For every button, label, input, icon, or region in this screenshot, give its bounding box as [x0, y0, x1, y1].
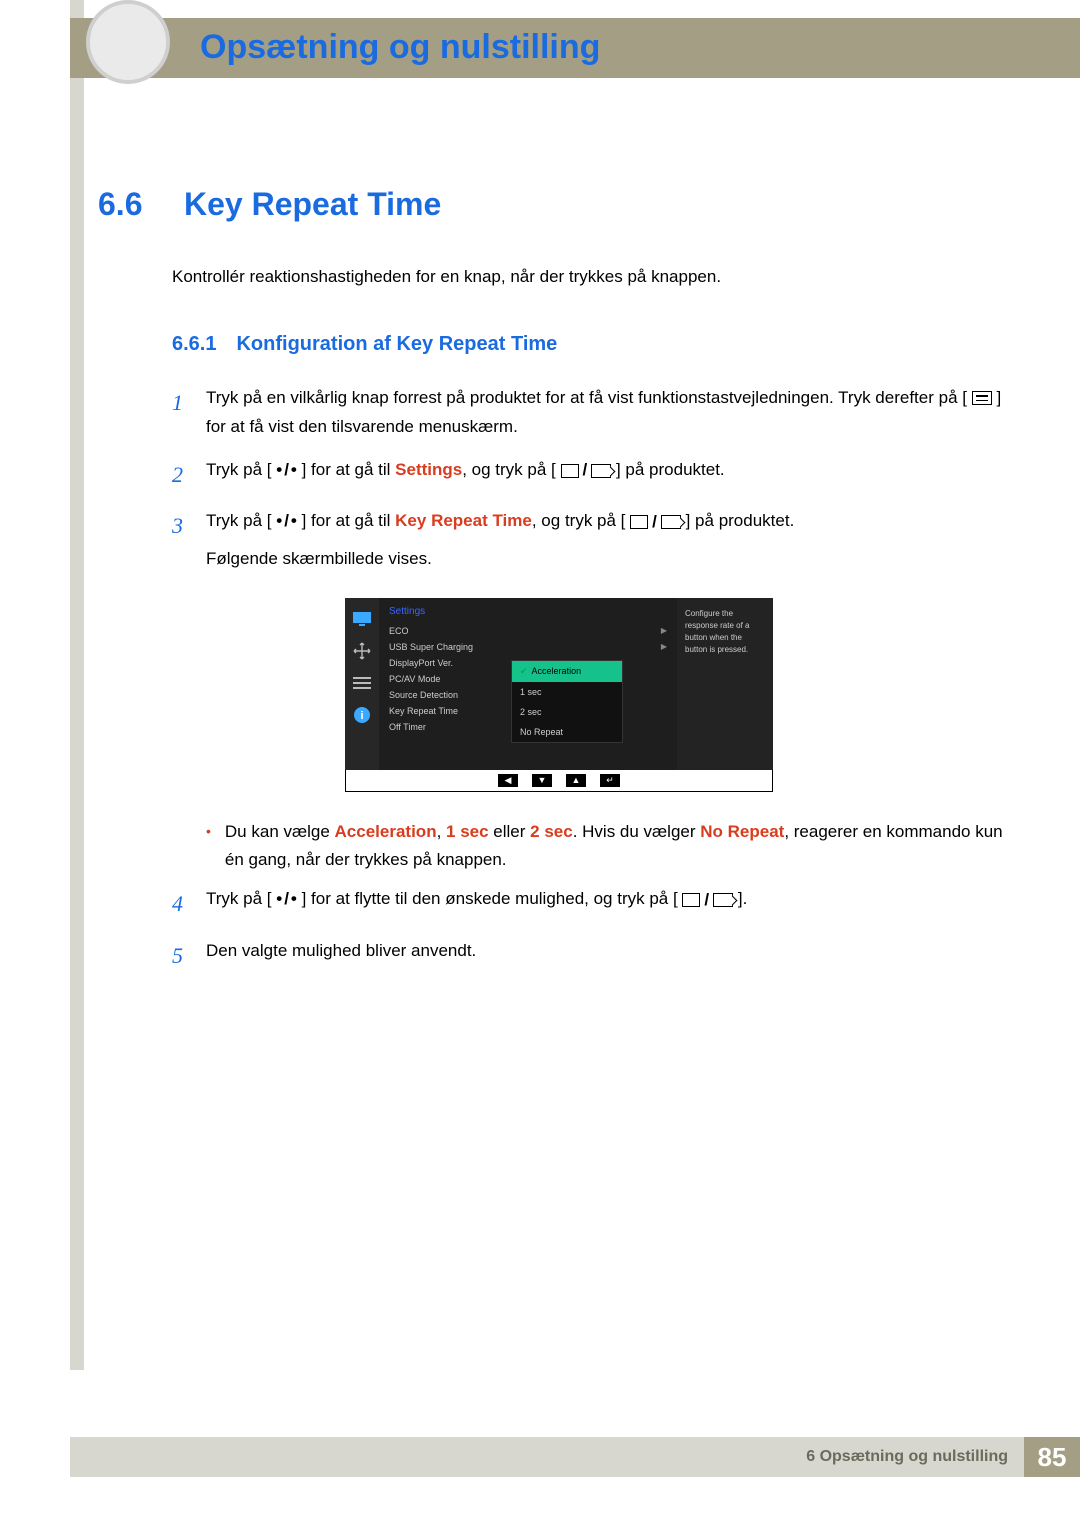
highlight: 2 sec — [530, 822, 573, 841]
text: Tryk på [ — [206, 460, 272, 479]
dot-icon: • — [276, 511, 282, 530]
dot-icon: • — [276, 460, 282, 479]
text: ] på produktet. — [616, 460, 725, 479]
text: Tryk på en vilkårlig knap forrest på pro… — [206, 388, 967, 407]
subsection-heading: 6.6.1 Konfiguration af Key Repeat Time — [172, 333, 1020, 356]
osd-sidebar: i — [345, 598, 379, 770]
info-icon: i — [352, 706, 372, 724]
dot-icon: • — [291, 460, 297, 479]
text: Tryk på [ — [206, 889, 272, 908]
step-number: 2 — [172, 456, 190, 493]
text: ] for at gå til — [302, 511, 396, 530]
highlight: No Repeat — [700, 822, 784, 841]
dot-icon: • — [276, 889, 282, 908]
move-icon — [352, 642, 372, 660]
step-number: 1 — [172, 384, 190, 442]
step-body: Tryk på [ • / • ] for at flytte til den øn… — [206, 885, 1020, 922]
highlight: 1 sec — [446, 822, 489, 841]
osd-submenu: Acceleration 1 sec 2 sec No Repeat — [511, 660, 623, 743]
step-5: 5 Den valgte mulighed bliver anvendt. — [172, 937, 1020, 974]
osd-title: Settings — [389, 606, 667, 617]
osd-info-text: Configure the response rate of a button … — [677, 598, 773, 770]
step-number: 3 — [172, 507, 190, 573]
footer-text: 6 Opsætning og nulstilling — [70, 1437, 1024, 1477]
text: , og tryk på [ — [462, 460, 556, 479]
dot-icon: • — [291, 889, 297, 908]
arrow-right-icon: ▶ — [661, 642, 667, 652]
osd-item: USB Super Charging▶ — [389, 639, 667, 655]
section-number: 6.6 — [98, 186, 162, 223]
arrow-right-icon: ▶ — [661, 626, 667, 636]
footer: 6 Opsætning og nulstilling 85 — [70, 1437, 1080, 1477]
nav-up-icon: ▲ — [566, 774, 586, 787]
text: Tryk på [ — [206, 511, 272, 530]
osd-main: Settings ECO▶ USB Super Charging▶ Displa… — [379, 598, 677, 770]
text: ] på produktet. — [686, 511, 795, 530]
text: , og tryk på [ — [532, 511, 626, 530]
osd-sub-item: 2 sec — [512, 702, 622, 722]
osd-item: ECO▶ — [389, 623, 667, 639]
step-1: 1 Tryk på en vilkårlig knap forrest på p… — [172, 384, 1020, 442]
step-number: 5 — [172, 937, 190, 974]
subsection-number: 6.6.1 — [172, 333, 216, 356]
step-2: 2 Tryk på [ • / • ] for at gå til Settings… — [172, 456, 1020, 493]
left-stripe — [70, 0, 84, 1370]
chapter-circle — [86, 0, 170, 84]
osd-screenshot: i Settings ECO▶ USB Super Charging▶ Disp… — [345, 598, 773, 792]
step-body: Tryk på [ • / • ] for at gå til Key Repeat… — [206, 507, 1020, 573]
text: Følgende skærmbillede vises. — [206, 545, 1020, 574]
nav-enter-icon: ↵ — [600, 774, 620, 787]
osd-sub-item: 1 sec — [512, 682, 622, 702]
subsection-title: Konfiguration af Key Repeat Time — [236, 333, 557, 356]
monitor-icon — [352, 610, 372, 628]
highlight: Settings — [395, 460, 462, 479]
step-4: 4 Tryk på [ • / • ] for at flytte til den … — [172, 885, 1020, 922]
text: ]. — [738, 889, 747, 908]
step-3: 3 Tryk på [ • / • ] for at gå til Key Repe… — [172, 507, 1020, 573]
osd-nav-bar: ◀ ▼ ▲ ↵ — [345, 770, 773, 792]
content: 6.6 Key Repeat Time Kontrollér reaktions… — [98, 186, 1020, 988]
nav-icon: / — [630, 508, 681, 537]
bullet-icon: • — [206, 818, 211, 876]
section-heading: 6.6 Key Repeat Time — [98, 186, 1020, 223]
menu-icon — [972, 391, 992, 405]
nav-icon: / — [682, 886, 733, 915]
chapter-title: Opsætning og nulstilling — [200, 28, 600, 67]
step-body: Tryk på [ • / • ] for at gå til Settings, … — [206, 456, 1020, 493]
intro-text: Kontrollér reaktionshastigheden for en k… — [172, 267, 1020, 287]
nav-left-icon: ◀ — [498, 774, 518, 787]
nav-down-icon: ▼ — [532, 774, 552, 787]
dot-icon: • — [291, 511, 297, 530]
highlight: Acceleration — [335, 822, 437, 841]
bullet-item: • Du kan vælge Acceleration, 1 sec eller… — [206, 818, 1020, 876]
text: ] for at gå til — [302, 460, 396, 479]
osd-sub-item: No Repeat — [512, 722, 622, 742]
osd-panel: i Settings ECO▶ USB Super Charging▶ Disp… — [345, 598, 773, 770]
text: ] for at flytte til den ønskede mulighed… — [302, 889, 678, 908]
step-body: Tryk på en vilkårlig knap forrest på pro… — [206, 384, 1020, 442]
section-title: Key Repeat Time — [184, 186, 441, 223]
highlight: Key Repeat Time — [395, 511, 532, 530]
nav-icon: / — [561, 456, 612, 485]
svg-text:i: i — [360, 710, 363, 722]
bullet-text: Du kan vælge Acceleration, 1 sec eller 2… — [225, 818, 1020, 876]
step-number: 4 — [172, 885, 190, 922]
page-number: 85 — [1024, 1437, 1080, 1477]
osd-sub-item-selected: Acceleration — [512, 661, 622, 682]
step-body: Den valgte mulighed bliver anvendt. — [206, 937, 1020, 974]
list-icon — [352, 674, 372, 692]
